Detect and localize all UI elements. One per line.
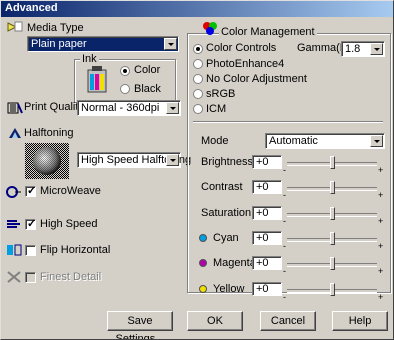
slider-label: Brightness: [201, 156, 253, 168]
flip-horizontal-icon: [7, 244, 22, 256]
chevron-down-icon[interactable]: [164, 38, 177, 50]
color-management-title: Color Management: [219, 26, 317, 38]
slider-min-mark: -: [283, 241, 286, 251]
ok-button[interactable]: OK: [187, 311, 243, 331]
halftone-preview-image: [25, 143, 69, 179]
no-color-adjustment-label: No Color Adjustment: [206, 73, 307, 85]
slider-thumb[interactable]: [330, 257, 335, 270]
color-dot-icon: [199, 285, 207, 293]
print-quality-select[interactable]: Normal - 360dpi: [77, 100, 181, 116]
ink-color-radio[interactable]: [120, 66, 130, 76]
photoenhance4-label: PhotoEnhance4: [206, 58, 285, 70]
slider-label: Yellow: [213, 283, 245, 295]
save-settings-button[interactable]: Save Settings...: [107, 311, 173, 339]
slider-min-mark: -: [283, 292, 286, 302]
srgb-radio[interactable]: [193, 89, 203, 99]
slider-max-mark: +: [378, 266, 384, 276]
slider-value-field[interactable]: +0: [252, 180, 282, 194]
slider-value: +0: [256, 257, 269, 269]
icm-radio[interactable]: [193, 104, 203, 114]
slider-value-field[interactable]: +0: [252, 256, 282, 270]
color-dot-icon: [199, 234, 207, 242]
microweave-label: MicroWeave: [40, 185, 101, 197]
slider-thumb[interactable]: [330, 283, 335, 296]
slider-min-mark: -: [283, 216, 286, 226]
media-type-value: Plain paper: [31, 38, 87, 50]
flip-horizontal-label: Flip Horizontal: [40, 244, 111, 256]
slider-value-field[interactable]: +0: [252, 155, 282, 169]
slider-value: +0: [256, 156, 269, 168]
slider-thumb[interactable]: [330, 207, 335, 220]
chevron-down-icon[interactable]: [166, 154, 179, 166]
slider-max-mark: +: [378, 165, 384, 175]
ink-cartridge-icon: [87, 66, 107, 93]
high-speed-checkbox[interactable]: [25, 217, 36, 230]
photoenhance4-radio[interactable]: [193, 59, 203, 69]
color-controls-radio[interactable]: [193, 44, 203, 54]
slider-max-mark: +: [378, 292, 384, 302]
slider-max-mark: +: [378, 216, 384, 226]
microweave-checkbox[interactable]: [25, 184, 36, 197]
high-speed-label: High Speed: [40, 218, 98, 230]
no-color-adjustment-radio[interactable]: [193, 74, 203, 84]
slider-label: Cyan: [213, 232, 239, 244]
finest-detail-label: Finest Detail: [40, 271, 102, 283]
slider-value-field[interactable]: +0: [252, 282, 282, 296]
ink-color-label: Color: [134, 64, 161, 76]
high-speed-icon: [7, 220, 20, 228]
media-type-icon: [7, 21, 23, 32]
print-quality-icon: [7, 102, 23, 114]
chevron-down-icon[interactable]: [166, 102, 179, 114]
ink-black-label: Black: [134, 83, 161, 95]
cancel-button[interactable]: Cancel: [260, 311, 316, 331]
slider-value: +0: [256, 283, 269, 295]
slider-min-mark: -: [283, 266, 286, 276]
slider-min-mark: -: [283, 165, 286, 175]
mode-label: Mode: [201, 135, 229, 147]
title-bar: Advanced: [1, 1, 393, 17]
flip-horizontal-checkbox[interactable]: [25, 245, 36, 256]
print-quality-label: Print Quality: [24, 101, 84, 113]
color-management-icon: [203, 22, 217, 35]
slider-max-mark: +: [378, 241, 384, 251]
window-title: Advanced: [5, 2, 58, 14]
slider-min-mark: -: [283, 190, 286, 200]
slider-thumb[interactable]: [330, 232, 335, 245]
slider-value: +0: [256, 181, 269, 193]
mode-select[interactable]: Automatic: [265, 133, 385, 149]
print-quality-value: Normal - 360dpi: [81, 102, 160, 114]
advanced-dialog: Advanced Media Type Plain paper Ink Colo…: [0, 0, 394, 340]
color-dot-icon: [199, 259, 207, 267]
gamma-select[interactable]: 1.8: [341, 41, 385, 57]
divider: [193, 121, 383, 123]
finest-detail-icon: [7, 271, 21, 283]
gamma-value: 1.8: [345, 43, 361, 55]
ink-black-radio[interactable]: [120, 84, 130, 94]
slider-thumb[interactable]: [330, 181, 335, 194]
color-controls-label: Color Controls: [206, 42, 277, 54]
halftoning-label: Halftoning: [24, 127, 74, 139]
halftoning-select[interactable]: High Speed Halftoning: [77, 152, 191, 168]
mode-value: Automatic: [269, 135, 318, 147]
slider-value: +0: [256, 207, 269, 219]
slider-max-mark: +: [378, 190, 384, 200]
slider-label: Magenta: [213, 257, 256, 269]
slider-value-field[interactable]: +0: [252, 231, 282, 245]
slider-label: Saturation: [201, 207, 252, 219]
media-type-label: Media Type: [27, 22, 84, 34]
slider-value: +0: [256, 232, 269, 244]
slider-label: Contrast: [201, 181, 243, 193]
srgb-label: sRGB: [206, 88, 236, 100]
finest-detail-checkbox: [25, 272, 36, 283]
halftoning-icon: [9, 128, 21, 138]
microweave-icon: [6, 186, 21, 198]
help-button[interactable]: Help: [332, 311, 388, 331]
slider-value-field[interactable]: +0: [252, 206, 282, 220]
icm-label: ICM: [206, 103, 227, 115]
chevron-down-icon[interactable]: [370, 43, 383, 55]
chevron-down-icon[interactable]: [370, 135, 383, 147]
media-type-select[interactable]: Plain paper: [27, 36, 179, 52]
slider-thumb[interactable]: [330, 156, 335, 169]
